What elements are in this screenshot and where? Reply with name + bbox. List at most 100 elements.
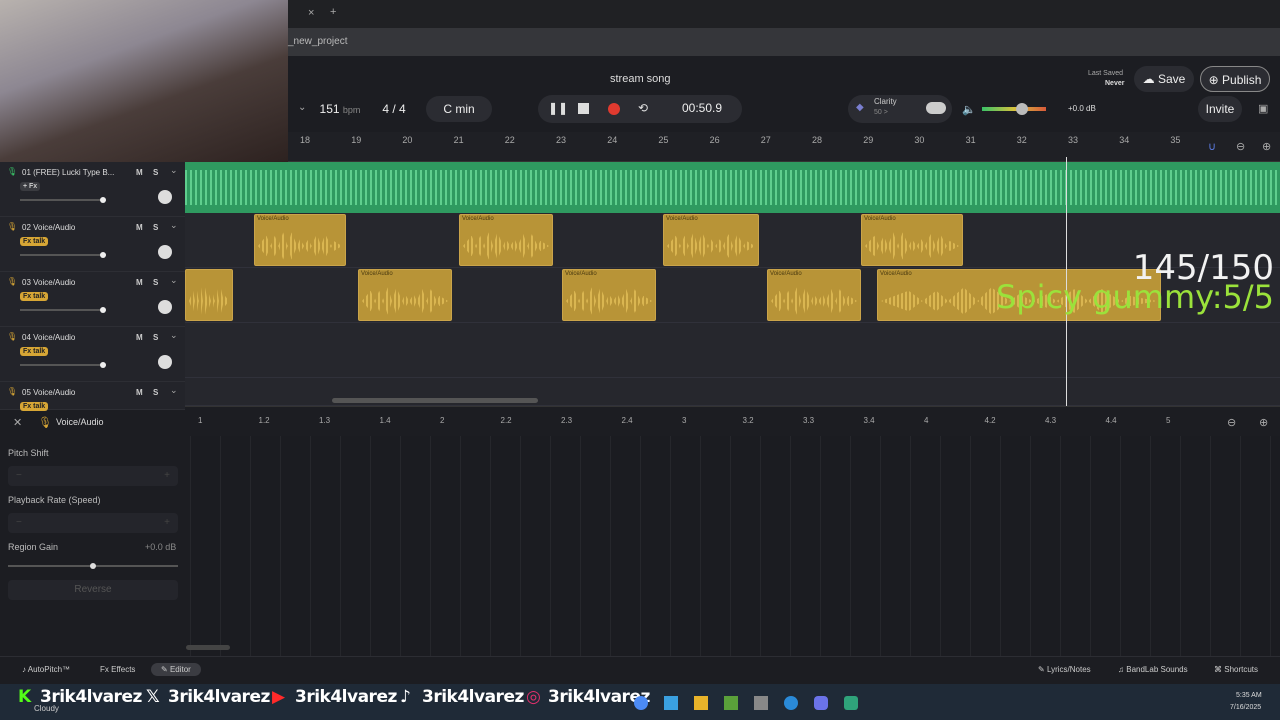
chevron-down-icon[interactable]: ⌄ xyxy=(170,330,178,341)
save-button[interactable]: ☁ Save xyxy=(1134,66,1194,92)
minecraft-icon[interactable] xyxy=(724,696,738,710)
track-04-lane[interactable] xyxy=(185,323,1280,378)
shortcuts-button[interactable]: ⌘ Shortcuts xyxy=(1214,665,1258,674)
editor-grid[interactable] xyxy=(190,436,1280,656)
solo-button[interactable]: S xyxy=(153,278,158,287)
edge-icon[interactable] xyxy=(784,696,798,710)
record-icon[interactable] xyxy=(608,103,620,115)
close-icon[interactable]: ✕ xyxy=(13,416,22,429)
zoom-in-icon[interactable]: ⊕ xyxy=(1262,140,1271,153)
track-volume-slider[interactable] xyxy=(20,197,106,203)
autopitch-button[interactable]: ♪ AutoPitch™ xyxy=(22,665,70,674)
playback-rate-stepper[interactable]: − + xyxy=(8,513,178,533)
audio-region[interactable]: Voice/Audio xyxy=(562,269,656,321)
speaker-icon[interactable]: 🔈 xyxy=(962,103,976,116)
clarity-toggle[interactable] xyxy=(926,102,946,114)
invite-button[interactable]: Invite xyxy=(1198,96,1242,122)
track-header-3[interactable]: 🎙 03 Voice/Audio Fx talk M S ⌄ xyxy=(0,272,185,327)
track-volume-slider[interactable] xyxy=(20,362,106,368)
bpm-field[interactable]: 151 bpm xyxy=(312,96,368,122)
folder-icon[interactable] xyxy=(694,696,708,710)
track-fx-badge[interactable]: Fx talk xyxy=(20,292,49,301)
bandlab-sounds-button[interactable]: ♫ BandLab Sounds xyxy=(1118,665,1188,674)
audio-region[interactable]: Voice/Audio xyxy=(663,214,759,266)
editor-button[interactable]: ✎ Editor xyxy=(151,663,201,676)
stop-icon[interactable] xyxy=(578,103,589,114)
track-name[interactable]: 01 (FREE) Lucki Type B... xyxy=(22,168,114,177)
editor-zoom-out-icon[interactable]: ⊖ xyxy=(1227,416,1236,429)
chevron-down-icon[interactable]: ⌄ xyxy=(170,165,178,176)
audio-region[interactable]: Voice/Audio xyxy=(767,269,861,321)
chevron-down-icon[interactable]: ⌄ xyxy=(298,102,306,113)
publish-button[interactable]: ⊕ Publish xyxy=(1200,66,1270,92)
chevron-down-icon[interactable]: ⌄ xyxy=(170,385,178,396)
pan-knob[interactable] xyxy=(158,300,172,314)
track-volume-slider[interactable] xyxy=(20,252,106,258)
track-header-2[interactable]: 🎙 02 Voice/Audio Fx talk M S ⌄ xyxy=(0,217,185,272)
solo-button[interactable]: S xyxy=(153,333,158,342)
mute-button[interactable]: M xyxy=(136,168,143,177)
loop-icon[interactable]: ⟲ xyxy=(638,95,648,121)
horizontal-scrollbar[interactable] xyxy=(332,398,538,403)
mute-button[interactable]: M xyxy=(136,278,143,287)
track-02-lane[interactable]: Voice/Audio Voice/Audio Voice/Audio Voice/A… xyxy=(185,213,1280,268)
ruler-tick: 29 xyxy=(863,135,874,145)
editor-ruler-tick: 2.4 xyxy=(621,416,633,425)
new-tab-icon[interactable]: + xyxy=(330,6,336,18)
pitch-shift-stepper[interactable]: − + xyxy=(8,466,178,486)
solo-button[interactable]: S xyxy=(153,168,158,177)
solo-button[interactable]: S xyxy=(153,223,158,232)
audio-region[interactable]: Voice/Audio xyxy=(459,214,553,266)
mute-button[interactable]: M xyxy=(136,388,143,397)
time-signature[interactable]: 4 / 4 xyxy=(372,96,416,122)
editor-zoom-in-icon[interactable]: ⊕ xyxy=(1259,416,1268,429)
mute-button[interactable]: M xyxy=(136,223,143,232)
pan-knob[interactable] xyxy=(158,245,172,259)
track-fx-badge[interactable]: + Fx xyxy=(20,182,41,191)
track-header-4[interactable]: 🎙 04 Voice/Audio Fx talk M S ⌄ xyxy=(0,327,185,382)
editor-scrollbar[interactable] xyxy=(186,645,230,650)
copilot-icon[interactable] xyxy=(664,696,678,710)
mute-button[interactable]: M xyxy=(136,333,143,342)
store-icon[interactable] xyxy=(754,696,768,710)
pause-icon[interactable]: ❚❚ xyxy=(548,95,568,121)
track-name[interactable]: 05 Voice/Audio xyxy=(22,388,75,397)
app-icon[interactable] xyxy=(844,696,858,710)
master-volume-slider[interactable] xyxy=(982,103,1046,115)
track-fx-badge[interactable]: Fx talk xyxy=(20,402,49,411)
clarity-control[interactable]: ◆ Clarity 50 > xyxy=(848,95,952,123)
key-select[interactable]: C min xyxy=(426,96,492,122)
audio-region[interactable]: Voice/Audio xyxy=(861,214,963,266)
track-name[interactable]: 04 Voice/Audio xyxy=(22,333,75,342)
mic-icon: 🎙 xyxy=(7,277,18,286)
track-header-1[interactable]: 🎙 01 (FREE) Lucki Type B... + Fx M S ⌄ xyxy=(0,162,185,217)
region-gain-slider[interactable] xyxy=(8,563,178,569)
tab-close-icon[interactable]: × xyxy=(308,7,314,19)
track-name[interactable]: 02 Voice/Audio xyxy=(22,223,75,232)
track-fx-badge[interactable]: Fx talk xyxy=(20,237,49,246)
magnet-icon[interactable]: ∪ xyxy=(1208,140,1216,153)
chevron-down-icon[interactable]: ⌄ xyxy=(170,220,178,231)
audio-region[interactable]: Voice/Audio xyxy=(254,214,346,266)
clock-time: 5:35 AM xyxy=(1236,692,1262,699)
chrome-icon[interactable] xyxy=(634,696,648,710)
gift-icon[interactable]: ▣ xyxy=(1258,102,1268,115)
solo-button[interactable]: S xyxy=(153,388,158,397)
reverse-button[interactable]: Reverse xyxy=(8,580,178,600)
pan-knob[interactable] xyxy=(158,355,172,369)
zoom-out-icon[interactable]: ⊖ xyxy=(1236,140,1245,153)
pan-knob[interactable] xyxy=(158,190,172,204)
address-bar[interactable]: _new_project xyxy=(288,28,1280,56)
ruler-tick: 20 xyxy=(402,135,413,145)
lyrics-notes-button[interactable]: ✎ Lyrics/Notes xyxy=(1038,665,1091,674)
track-name[interactable]: 03 Voice/Audio xyxy=(22,278,75,287)
track-header-5[interactable]: 🎙 05 Voice/Audio Fx talk M S ⌄ xyxy=(0,382,185,411)
track-fx-badge[interactable]: Fx talk xyxy=(20,347,49,356)
audio-region[interactable]: Voice/Audio xyxy=(358,269,452,321)
chevron-down-icon[interactable]: ⌄ xyxy=(170,275,178,286)
timeline-ruler[interactable]: 18 19 20 21 22 23 24 25 26 27 28 29 30 31 32 33 34 35 xyxy=(288,132,1280,162)
audio-region[interactable] xyxy=(185,269,233,321)
discord-icon[interactable] xyxy=(814,696,828,710)
track-volume-slider[interactable] xyxy=(20,307,106,313)
effects-button[interactable]: Fx Effects xyxy=(100,665,135,674)
